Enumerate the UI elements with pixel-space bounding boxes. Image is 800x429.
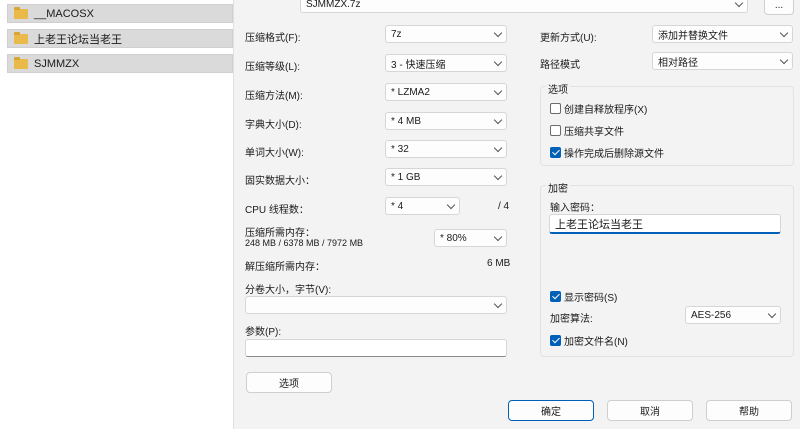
delete-after-checkbox[interactable]: 操作完成后删除源文件	[550, 145, 664, 160]
password-input[interactable]: 上老王论坛当老王	[549, 214, 781, 234]
chevron-down-icon	[446, 200, 456, 210]
params-input[interactable]	[245, 339, 507, 357]
word-select[interactable]: * 32	[385, 140, 507, 158]
mem-label: 压缩所需内存：	[245, 228, 315, 239]
path-value: 相对路径	[658, 57, 698, 69]
folder-item-laowang[interactable]: 上老王论坛当老王	[7, 29, 233, 48]
enc-method-label: 加密算法:	[550, 314, 593, 325]
dict-select[interactable]: * 4 MB	[385, 112, 507, 130]
encrypt-names-label: 加密文件名(N)	[564, 337, 628, 348]
mem-select[interactable]: * 80%	[434, 229, 507, 247]
format-label: 压缩格式(F):	[245, 33, 301, 44]
browse-button-label: ...	[774, 0, 784, 11]
chevron-down-icon	[779, 55, 789, 65]
ok-button-label: 确定	[541, 407, 561, 418]
mem-info: 248 MB / 6378 MB / 7972 MB	[245, 238, 364, 248]
mem-value: * 80%	[440, 232, 467, 244]
dict-value: * 4 MB	[391, 115, 422, 127]
encryption-group-title: 加密	[546, 180, 570, 195]
enc-method-select[interactable]: AES-256	[685, 306, 781, 324]
dict-label: 字典大小(D):	[245, 120, 302, 131]
chevron-down-icon	[734, 0, 744, 8]
archive-name-combo[interactable]: SJMMZX.7z	[300, 0, 748, 13]
options-button-label: 选项	[279, 379, 299, 390]
help-button[interactable]: 帮助	[706, 400, 792, 421]
method-select[interactable]: * LZMA2	[385, 83, 507, 101]
show-password-checkbox[interactable]: 显示密码(S)	[550, 289, 617, 304]
options-group-title: 选项	[546, 81, 570, 96]
level-label: 压缩等级(L):	[245, 62, 300, 73]
folder-name: SJMMZX	[34, 57, 80, 70]
folder-item-sjmmzx[interactable]: SJMMZX	[7, 54, 233, 73]
file-explorer-panel: __MACOSX 上老王论坛当老王 SJMMZX	[0, 0, 233, 429]
chevron-down-icon	[493, 86, 503, 96]
level-select[interactable]: 3 - 快速压缩	[385, 54, 507, 72]
sfx-label: 创建自释放程序(X)	[564, 105, 648, 116]
cpu-label: CPU 线程数：	[245, 205, 309, 216]
update-value: 添加并替换文件	[658, 30, 728, 42]
cpu-total: / 4	[498, 201, 510, 212]
folder-icon	[14, 56, 28, 69]
archive-name-value: SJMMZX.7z	[306, 0, 361, 10]
chevron-down-icon	[493, 299, 503, 309]
ok-button[interactable]: 确定	[508, 400, 594, 421]
cancel-button[interactable]: 取消	[607, 400, 693, 421]
params-label: 参数(P):	[245, 327, 282, 338]
method-value: * LZMA2	[391, 86, 430, 98]
shared-checkbox[interactable]: 压缩共享文件	[550, 123, 624, 138]
path-select[interactable]: 相对路径	[652, 52, 793, 70]
checkbox-checked-icon	[550, 335, 561, 346]
chevron-down-icon	[493, 143, 503, 153]
password-value: 上老王论坛当老王	[555, 218, 643, 231]
format-select[interactable]: 7z	[385, 25, 507, 43]
sfx-checkbox[interactable]: 创建自释放程序(X)	[550, 101, 647, 116]
options-button[interactable]: 选项	[246, 372, 332, 393]
checkbox-icon	[550, 125, 561, 136]
update-label: 更新方式(U):	[540, 33, 597, 44]
word-label: 单词大小(W):	[245, 148, 304, 159]
method-label: 压缩方法(M):	[245, 91, 303, 102]
folder-name: 上老王论坛当老王	[34, 33, 122, 46]
add-to-archive-dialog: SJMMZX.7z ... 压缩格式(F): 7z 压缩等级(L): 3 - 快…	[233, 0, 800, 429]
decomp-label: 解压缩所需内存：	[245, 262, 325, 273]
cancel-button-label: 取消	[640, 407, 660, 418]
solid-label: 固实数据大小：	[245, 176, 315, 187]
chevron-down-icon	[767, 309, 777, 319]
help-button-label: 帮助	[739, 407, 759, 418]
split-select[interactable]	[245, 296, 507, 314]
folder-icon	[14, 31, 28, 44]
update-select[interactable]: 添加并替换文件	[652, 25, 793, 43]
cpu-value: * 4	[391, 200, 404, 212]
split-label: 分卷大小，字节(V):	[245, 285, 332, 296]
folder-name: __MACOSX	[34, 7, 94, 20]
chevron-down-icon	[493, 28, 503, 38]
enc-method-value: AES-256	[691, 309, 732, 321]
word-value: * 32	[391, 143, 409, 155]
solid-select[interactable]: * 1 GB	[385, 168, 507, 186]
show-password-label: 显示密码(S)	[564, 293, 618, 304]
solid-value: * 1 GB	[391, 171, 421, 183]
folder-icon	[14, 6, 28, 19]
chevron-down-icon	[493, 115, 503, 125]
path-label: 路径模式	[540, 60, 580, 71]
format-value: 7z	[391, 28, 402, 40]
browse-button[interactable]: ...	[764, 0, 794, 15]
chevron-down-icon	[493, 57, 503, 67]
folder-item-macosx[interactable]: __MACOSX	[7, 4, 233, 23]
shared-label: 压缩共享文件	[564, 127, 624, 138]
decomp-value: 6 MB	[487, 258, 511, 269]
checkbox-icon	[550, 103, 561, 114]
checkbox-checked-icon	[550, 291, 561, 302]
chevron-down-icon	[779, 28, 789, 38]
delete-after-label: 操作完成后删除源文件	[564, 149, 664, 160]
checkbox-checked-icon	[550, 147, 561, 158]
password-label: 输入密码：	[550, 203, 600, 214]
cpu-select[interactable]: * 4	[385, 197, 460, 215]
level-value: 3 - 快速压缩	[391, 59, 446, 71]
chevron-down-icon	[493, 232, 503, 242]
encrypt-names-checkbox[interactable]: 加密文件名(N)	[550, 333, 628, 348]
chevron-down-icon	[493, 171, 503, 181]
